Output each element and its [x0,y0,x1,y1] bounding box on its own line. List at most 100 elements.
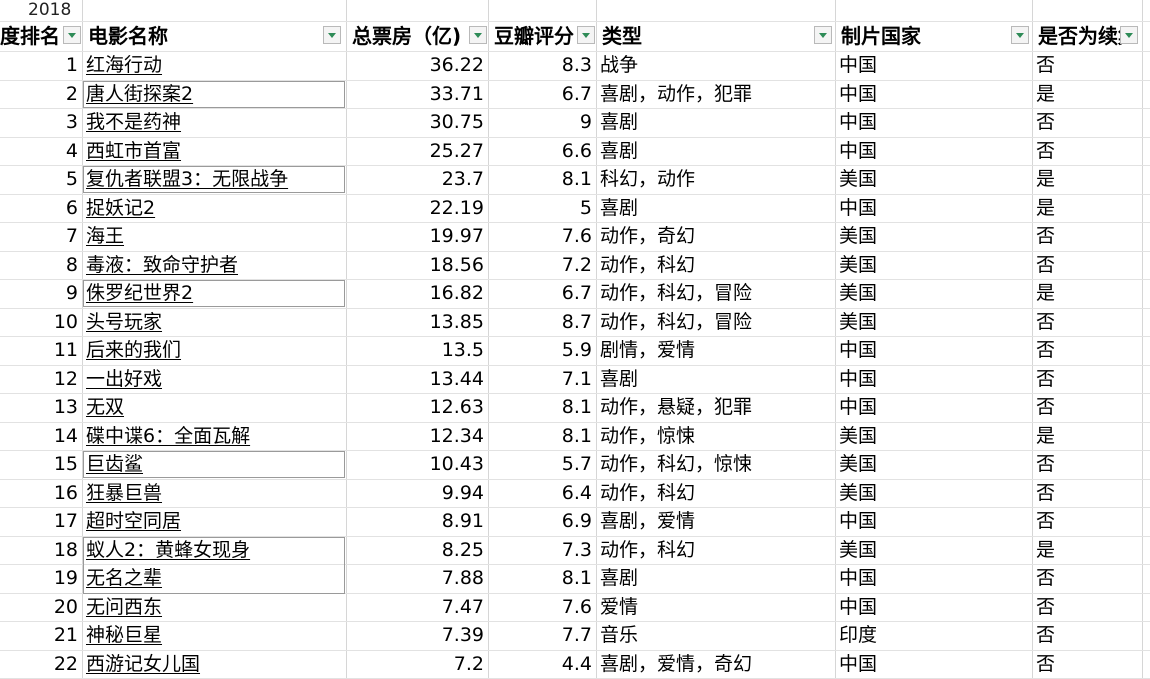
cell-box-office[interactable]: 19.97 [346,222,488,250]
cell-box-office[interactable]: 23.7 [346,165,488,193]
cell-genre[interactable]: 喜剧，动作，犯罪 [596,80,835,108]
cell-is-sequel[interactable]: 是 [1032,536,1142,564]
cell-movie-name[interactable]: 超时空同居 [82,507,346,535]
cell-genre[interactable]: 动作，惊悚 [596,422,835,450]
cell-genre[interactable]: 喜剧，爱情，奇幻 [596,650,835,678]
cell-rank[interactable]: 5 [0,165,82,193]
cell-genre[interactable]: 动作，奇幻 [596,222,835,250]
cell-movie-name[interactable]: 碟中谍6：全面瓦解 [82,422,346,450]
cell-genre[interactable]: 动作，悬疑，犯罪 [596,393,835,421]
cell-rank[interactable]: 12 [0,365,82,393]
cell-country[interactable]: 中国 [835,194,1032,222]
cell-movie-name[interactable]: 海王 [82,222,346,250]
cell-douban-rating[interactable]: 4.4 [488,650,596,678]
cell-douban-rating[interactable]: 7.3 [488,536,596,564]
cell-country[interactable]: 中国 [835,507,1032,535]
cell-box-office[interactable]: 30.75 [346,108,488,136]
cell-douban-rating[interactable]: 7.6 [488,222,596,250]
cell-box-office[interactable]: 13.44 [346,365,488,393]
filter-dropdown-icon[interactable] [577,26,595,44]
cell-is-sequel[interactable]: 否 [1032,393,1142,421]
cell-rank[interactable]: 9 [0,279,82,307]
cell-genre[interactable]: 动作，科幻 [596,251,835,279]
cell-douban-rating[interactable]: 8.7 [488,308,596,336]
cell-country[interactable]: 印度 [835,621,1032,649]
cell-movie-name[interactable]: 西游记女儿国 [82,650,346,678]
cell-box-office[interactable]: 7.2 [346,650,488,678]
filter-dropdown-icon[interactable] [1120,26,1138,44]
cell-genre[interactable]: 动作，科幻，惊悚 [596,450,835,478]
cell-movie-name[interactable]: 后来的我们 [82,336,346,364]
cell-is-sequel[interactable]: 否 [1032,137,1142,165]
cell-country[interactable]: 中国 [835,593,1032,621]
cell-rank[interactable]: 21 [0,621,82,649]
cell-is-sequel[interactable]: 是 [1032,165,1142,193]
cell-movie-name[interactable]: 神秘巨星 [82,621,346,649]
cell-box-office[interactable]: 36.22 [346,51,488,79]
cell-is-sequel[interactable]: 否 [1032,621,1142,649]
cell-box-office[interactable]: 13.5 [346,336,488,364]
cell-country[interactable]: 中国 [835,80,1032,108]
cell-rank[interactable]: 8 [0,251,82,279]
cell-movie-name[interactable]: 头号玩家 [82,308,346,336]
cell-genre[interactable]: 动作，科幻，冒险 [596,308,835,336]
cell-rank[interactable]: 10 [0,308,82,336]
cell-is-sequel[interactable]: 否 [1032,336,1142,364]
cell-country[interactable]: 美国 [835,308,1032,336]
cell-genre[interactable]: 动作，科幻 [596,479,835,507]
cell-rank[interactable]: 2 [0,80,82,108]
cell-rank[interactable]: 1 [0,51,82,79]
cell-is-sequel[interactable]: 否 [1032,222,1142,250]
cell-rank[interactable]: 20 [0,593,82,621]
cell-douban-rating[interactable]: 8.1 [488,564,596,592]
cell-douban-rating[interactable]: 7.2 [488,251,596,279]
cell-movie-name[interactable]: 西虹市首富 [82,137,346,165]
cell-country[interactable]: 中国 [835,365,1032,393]
cell-box-office[interactable]: 13.85 [346,308,488,336]
cell-box-office[interactable]: 7.47 [346,593,488,621]
cell-rank[interactable]: 15 [0,450,82,478]
cell-box-office[interactable]: 12.34 [346,422,488,450]
cell-box-office[interactable]: 12.63 [346,393,488,421]
cell-is-sequel[interactable]: 否 [1032,479,1142,507]
cell-country[interactable]: 美国 [835,222,1032,250]
cell-rank[interactable]: 14 [0,422,82,450]
cell-rank[interactable]: 19 [0,564,82,592]
cell-rank[interactable]: 17 [0,507,82,535]
cell-box-office[interactable]: 25.27 [346,137,488,165]
cell-genre[interactable]: 动作，科幻 [596,536,835,564]
cell-country[interactable]: 中国 [835,393,1032,421]
cell-douban-rating[interactable]: 9 [488,108,596,136]
cell-movie-name[interactable]: 毒液：致命守护者 [82,251,346,279]
cell-is-sequel[interactable]: 否 [1032,507,1142,535]
cell-douban-rating[interactable]: 8.1 [488,422,596,450]
filter-dropdown-icon[interactable] [469,26,487,44]
header-box-office[interactable]: 总票房（亿) [348,22,468,50]
cell-country[interactable]: 美国 [835,536,1032,564]
cell-movie-name[interactable]: 捉妖记2 [82,194,346,222]
cell-douban-rating[interactable]: 7.7 [488,621,596,649]
cell-movie-name[interactable]: 红海行动 [82,51,346,79]
cell-is-sequel[interactable]: 是 [1032,279,1142,307]
cell-genre[interactable]: 科幻，动作 [596,165,835,193]
cell-country[interactable]: 美国 [835,251,1032,279]
filter-dropdown-icon[interactable] [1011,26,1029,44]
cell-country[interactable]: 中国 [835,51,1032,79]
cell-genre[interactable]: 喜剧，爱情 [596,507,835,535]
cell-genre[interactable]: 喜剧 [596,365,835,393]
cell-rank[interactable]: 4 [0,137,82,165]
cell-douban-rating[interactable]: 8.1 [488,393,596,421]
cell-rank[interactable]: 16 [0,479,82,507]
cell-douban-rating[interactable]: 6.9 [488,507,596,535]
cell-is-sequel[interactable]: 否 [1032,593,1142,621]
cell-movie-name[interactable]: 我不是药神 [82,108,346,136]
filter-dropdown-icon[interactable] [323,26,341,44]
cell-is-sequel[interactable]: 否 [1032,365,1142,393]
cell-rank[interactable]: 3 [0,108,82,136]
cell-douban-rating[interactable]: 5 [488,194,596,222]
header-douban-rating[interactable]: 豆瓣评分 [490,22,576,50]
cell-douban-rating[interactable]: 7.6 [488,593,596,621]
cell-douban-rating[interactable]: 5.9 [488,336,596,364]
cell-genre[interactable]: 剧情，爱情 [596,336,835,364]
cell-country[interactable]: 中国 [835,108,1032,136]
